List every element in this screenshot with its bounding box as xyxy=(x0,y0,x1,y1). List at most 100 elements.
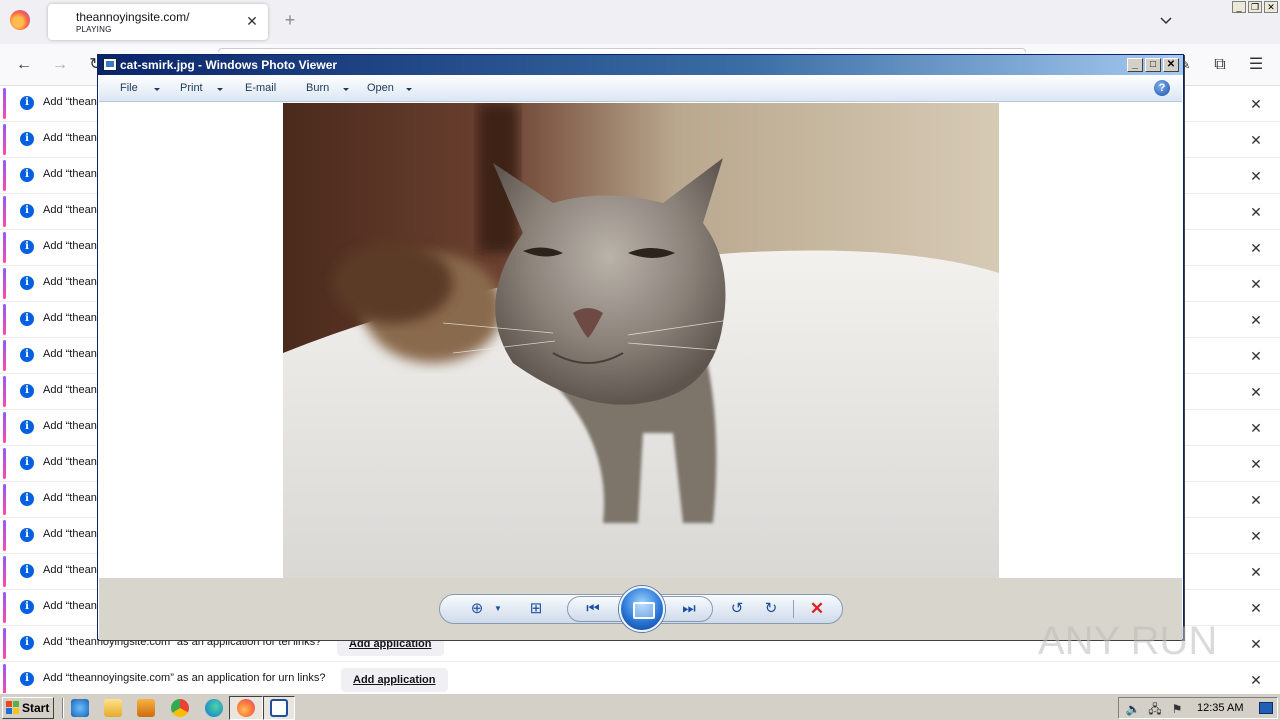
notification-close-icon[interactable]: ✕ xyxy=(1248,600,1264,616)
notification-close-icon[interactable]: ✕ xyxy=(1248,528,1264,544)
notification-message: Add “thean xyxy=(43,132,97,144)
photo-view-area xyxy=(99,102,1182,579)
show-desktop-icon[interactable] xyxy=(1259,702,1273,714)
browser-window-controls: _ ❐ ✕ xyxy=(1232,1,1278,13)
zoom-icon[interactable]: ⊕ xyxy=(467,600,487,618)
folder-icon[interactable] xyxy=(104,699,122,717)
info-icon: i xyxy=(20,240,34,254)
browser-tab[interactable]: theannoyingsite.com/ PLAYING ✕ xyxy=(48,4,268,40)
network-icon[interactable]: 🖧 xyxy=(1147,701,1163,717)
info-icon: i xyxy=(20,348,34,362)
notification-message: Add “thean xyxy=(43,564,97,576)
clock[interactable]: 12:35 AM xyxy=(1197,702,1243,714)
photo-viewer-titlebar[interactable]: cat-smirk.jpg - Windows Photo Viewer _ □… xyxy=(98,55,1183,75)
notification-close-icon[interactable]: ✕ xyxy=(1248,564,1264,580)
volume-icon[interactable]: 🔈 xyxy=(1125,701,1141,717)
notification-close-icon[interactable]: ✕ xyxy=(1248,204,1264,220)
chevron-down-icon[interactable] xyxy=(154,88,160,91)
windows-logo-icon xyxy=(6,701,19,714)
notification-close-icon[interactable]: ✕ xyxy=(1248,168,1264,184)
chrome-icon[interactable] xyxy=(171,699,189,717)
maximize-icon[interactable]: □ xyxy=(1145,58,1161,72)
start-button[interactable]: Start xyxy=(2,697,54,719)
restore-icon[interactable]: ❐ xyxy=(1248,1,1262,13)
notification-close-icon[interactable]: ✕ xyxy=(1248,384,1264,400)
notification-close-icon[interactable]: ✕ xyxy=(1248,420,1264,436)
rotate-counterclockwise-icon[interactable]: ↺ xyxy=(727,600,747,618)
info-icon: i xyxy=(20,276,34,290)
system-tray: 🔈 🖧 ⚑ 12:35 AM xyxy=(1118,697,1278,719)
notification-message: Add “theannoyingsite.com” as an applicat… xyxy=(43,672,326,684)
minimize-icon[interactable]: _ xyxy=(1232,1,1246,13)
tab-close-icon[interactable]: ✕ xyxy=(244,13,260,29)
chevron-down-icon[interactable] xyxy=(343,88,349,91)
info-icon: i xyxy=(20,384,34,398)
notification-message: Add “thean xyxy=(43,312,97,324)
firefox-icon xyxy=(237,699,255,717)
menu-icon[interactable]: ☰ xyxy=(1247,56,1265,74)
add-application-button[interactable]: Add application xyxy=(341,668,448,692)
notification-close-icon[interactable]: ✕ xyxy=(1248,240,1264,256)
notification-close-icon[interactable]: ✕ xyxy=(1248,276,1264,292)
info-icon: i xyxy=(20,168,34,182)
back-icon[interactable]: ← xyxy=(15,56,33,74)
watermark-text: ANY RUN xyxy=(1038,619,1217,663)
info-icon: i xyxy=(20,600,34,614)
internet-explorer-icon[interactable] xyxy=(71,699,89,717)
action-center-flag-icon[interactable]: ⚑ xyxy=(1169,701,1185,717)
info-icon: i xyxy=(20,492,34,506)
chevron-down-icon[interactable] xyxy=(217,88,223,91)
previous-icon[interactable]: ⏮ xyxy=(583,600,603,618)
slideshow-icon[interactable] xyxy=(619,586,665,632)
forward-icon[interactable]: → xyxy=(51,56,69,74)
extensions-icon[interactable]: ⧉ xyxy=(1211,56,1229,74)
info-icon: i xyxy=(20,456,34,470)
toolbar-separator xyxy=(793,600,794,618)
edge-icon[interactable] xyxy=(205,699,223,717)
new-tab-icon[interactable]: + xyxy=(280,10,300,30)
notification-message: Add “thean xyxy=(43,600,97,612)
actual-size-icon[interactable]: ⊞ xyxy=(526,600,546,618)
menu-file[interactable]: File xyxy=(120,82,138,94)
firefox-icon[interactable] xyxy=(10,10,30,30)
notification-close-icon[interactable]: ✕ xyxy=(1248,96,1264,112)
notification-close-icon[interactable]: ✕ xyxy=(1248,456,1264,472)
url-bar[interactable] xyxy=(218,48,1026,52)
menu-open[interactable]: Open xyxy=(367,82,394,94)
minimize-icon[interactable]: _ xyxy=(1127,58,1143,72)
window-controls: _ □ ✕ xyxy=(1127,58,1179,72)
list-tabs-icon[interactable] xyxy=(1158,12,1174,28)
rotate-clockwise-icon[interactable]: ↻ xyxy=(761,600,781,618)
close-icon[interactable]: ✕ xyxy=(1264,1,1278,13)
close-icon[interactable]: ✕ xyxy=(1163,58,1179,72)
notification-message: Add “thean xyxy=(43,168,97,180)
next-icon[interactable]: ⏭ xyxy=(679,600,699,618)
menu-burn[interactable]: Burn xyxy=(306,82,329,94)
notification-close-icon[interactable]: ✕ xyxy=(1248,312,1264,328)
notification-message: Add “thean xyxy=(43,420,97,432)
notification-close-icon[interactable]: ✕ xyxy=(1248,492,1264,508)
chevron-down-icon[interactable]: ▼ xyxy=(488,600,508,618)
info-icon: i xyxy=(20,132,34,146)
notification-close-icon[interactable]: ✕ xyxy=(1248,132,1264,148)
window-title: cat-smirk.jpg - Windows Photo Viewer xyxy=(120,58,338,72)
notification-message: Add “thean xyxy=(43,204,97,216)
menu-print[interactable]: Print xyxy=(180,82,203,94)
notification-close-icon[interactable]: ✕ xyxy=(1248,636,1264,652)
cat-photo xyxy=(283,103,999,579)
chevron-down-icon[interactable] xyxy=(406,88,412,91)
taskbar-separator xyxy=(62,698,64,718)
photo-viewer-window: cat-smirk.jpg - Windows Photo Viewer _ □… xyxy=(97,54,1184,640)
tab-title: theannoyingsite.com/ xyxy=(76,10,190,24)
delete-icon[interactable]: ✕ xyxy=(807,600,827,618)
notification-close-icon[interactable]: ✕ xyxy=(1248,672,1264,688)
info-icon: i xyxy=(20,672,34,686)
media-player-icon[interactable] xyxy=(137,699,155,717)
notification-message: Add “thean xyxy=(43,96,97,108)
notification-message: Add “thean xyxy=(43,240,97,252)
menu-email[interactable]: E-mail xyxy=(245,82,276,94)
anyrun-watermark: ANY RUN xyxy=(1038,619,1217,663)
notification-close-icon[interactable]: ✕ xyxy=(1248,348,1264,364)
notification-message: Add “thean xyxy=(43,384,97,396)
help-icon[interactable]: ? xyxy=(1154,80,1170,96)
